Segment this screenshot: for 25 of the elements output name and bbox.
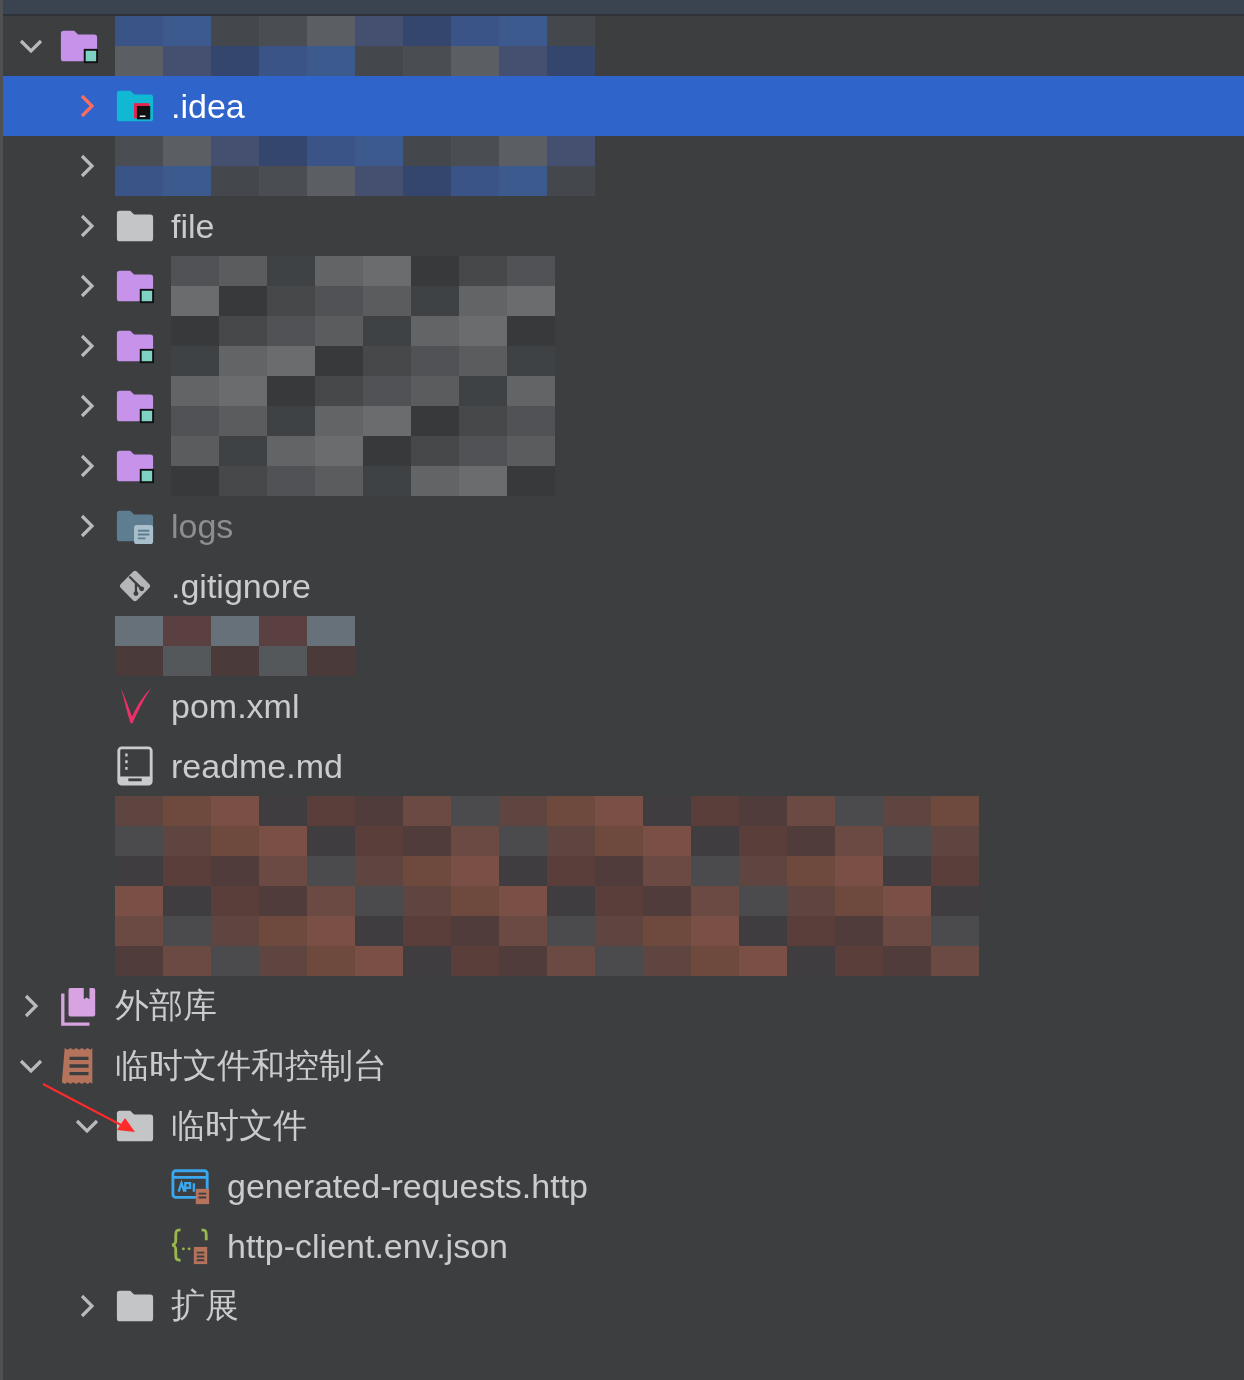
tree-row[interactable]: pom.xml [3, 676, 1244, 736]
tree-item-label[interactable]: 临时文件和控制台 [115, 1043, 387, 1089]
tree-row[interactable]: generated-requests.http [3, 1156, 1244, 1216]
tree-item-label[interactable]: file [171, 206, 215, 246]
tree-item-label[interactable]: 临时文件 [171, 1103, 307, 1149]
tree-item-label[interactable]: generated-requests.http [227, 1166, 589, 1206]
tree-item-label[interactable]: 扩展 [171, 1283, 239, 1329]
tree-row[interactable]: http-client.env.json [3, 1216, 1244, 1276]
tree-item-label[interactable]: http-client.env.json [227, 1226, 508, 1266]
tree-row[interactable]: .gitignore [3, 556, 1244, 616]
selected-tree-row[interactable]: .idea [3, 76, 1244, 136]
tree-row[interactable]: file [3, 196, 1244, 256]
json-file-icon [171, 1226, 211, 1266]
tree-item-label[interactable]: 外部库 [115, 983, 217, 1029]
tree-item-label[interactable]: .gitignore [171, 566, 311, 606]
tree-row[interactable]: 扩展 [3, 1276, 1244, 1336]
book-icon [115, 746, 155, 786]
tree-item-label[interactable]: pom.xml [171, 686, 300, 726]
tree-row[interactable]: 临时文件 [3, 1096, 1244, 1156]
tree-row[interactable]: 外部库 [3, 976, 1244, 1036]
api-file-icon [171, 1166, 211, 1206]
tree-item-label[interactable]: readme.md [171, 746, 343, 786]
tree-row[interactable]: 临时文件和控制台 [3, 1036, 1244, 1096]
tree-row[interactable]: readme.md [3, 736, 1244, 796]
tree-item-label[interactable]: .idea [171, 86, 245, 126]
